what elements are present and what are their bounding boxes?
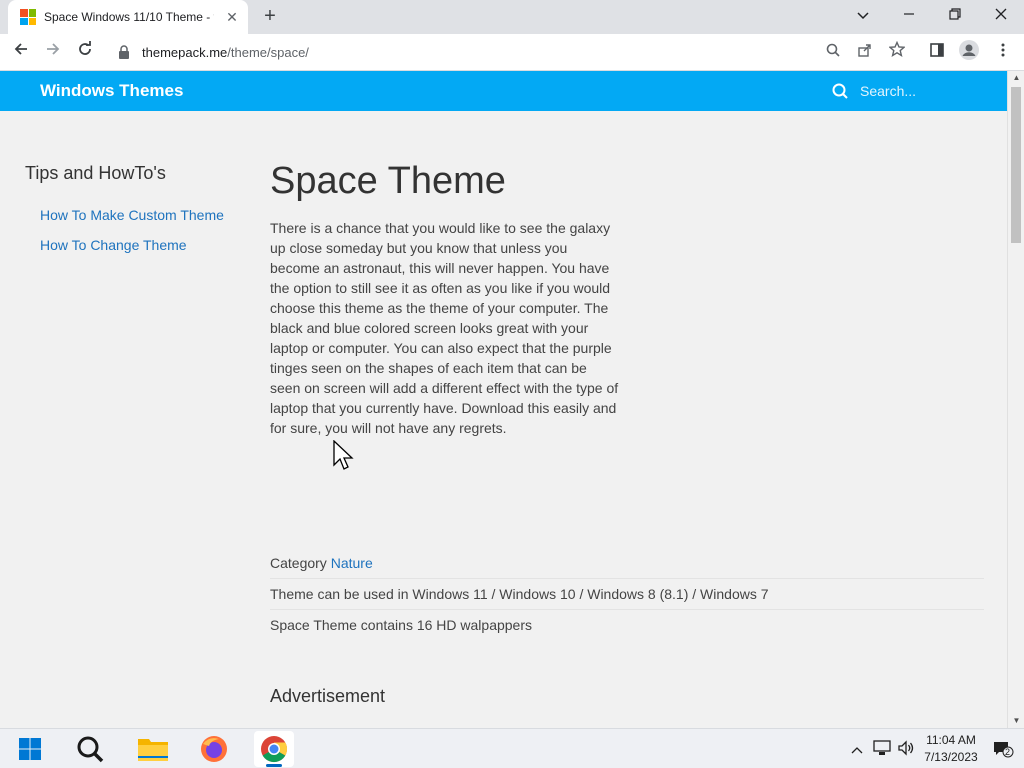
search-icon[interactable] xyxy=(832,83,848,99)
tab-search-icon[interactable] xyxy=(840,0,886,34)
windows-taskbar: 11:04 AM 7/13/2023 2 xyxy=(0,728,1024,768)
taskbar-search-icon[interactable] xyxy=(70,731,110,767)
clock-date: 7/13/2023 xyxy=(924,750,978,764)
search-input[interactable] xyxy=(860,79,1000,103)
clock-time: 11:04 AM xyxy=(926,733,976,747)
notification-count: 2 xyxy=(1005,747,1011,757)
scroll-thumb[interactable] xyxy=(1011,87,1021,243)
address-bar[interactable]: themepack.me/theme/space/ xyxy=(108,37,918,67)
minimize-button[interactable] xyxy=(886,0,932,34)
new-tab-button[interactable]: + xyxy=(258,5,282,29)
side-panel-icon[interactable] xyxy=(924,40,950,66)
sidebar-link-change-theme[interactable]: How To Change Theme xyxy=(40,237,187,253)
sidebar-link-custom-theme[interactable]: How To Make Custom Theme xyxy=(40,207,224,223)
category-row: Category Nature xyxy=(270,548,984,579)
chrome-icon[interactable] xyxy=(254,731,294,767)
page-title: Space Theme xyxy=(270,160,506,202)
bookmark-star-icon[interactable] xyxy=(884,40,910,66)
taskbar-clock[interactable]: 11:04 AM 7/13/2023 xyxy=(918,732,984,766)
close-window-button[interactable] xyxy=(978,0,1024,34)
site-header: Windows Themes xyxy=(0,71,1007,111)
scroll-down-arrow-icon[interactable]: ▼ xyxy=(1008,714,1024,728)
volume-icon[interactable] xyxy=(897,740,915,758)
page-scrollbar[interactable]: ▲ ▼ xyxy=(1007,71,1024,728)
firefox-icon[interactable] xyxy=(194,731,234,767)
lock-icon[interactable] xyxy=(118,45,130,59)
profile-avatar-icon[interactable] xyxy=(956,40,982,66)
forward-arrow-icon[interactable] xyxy=(40,40,66,66)
advertisement-heading: Advertisement xyxy=(270,686,386,706)
browser-tab[interactable]: Space Windows 11/10 Theme - t ✕ xyxy=(8,0,248,34)
close-tab-icon[interactable]: ✕ xyxy=(224,9,240,25)
compatibility-row: Theme can be used in Windows 11 / Window… xyxy=(270,579,984,610)
mouse-cursor-icon xyxy=(333,440,354,470)
file-explorer-icon[interactable] xyxy=(133,731,173,767)
tab-strip: Space Windows 11/10 Theme - t ✕ + xyxy=(0,0,1024,34)
back-arrow-icon[interactable] xyxy=(8,40,34,66)
tab-title: Space Windows 11/10 Theme - t xyxy=(44,10,214,24)
sidebar-title: Tips and HowTo's xyxy=(25,163,166,183)
wallpaper-count-row: Space Theme contains 16 HD walpappers xyxy=(270,617,533,633)
windows-logo-icon xyxy=(20,9,36,25)
start-icon[interactable] xyxy=(10,731,50,767)
category-label: Category xyxy=(270,555,327,571)
zoom-search-icon[interactable] xyxy=(820,40,846,66)
restore-button[interactable] xyxy=(932,0,978,34)
scroll-up-arrow-icon[interactable]: ▲ xyxy=(1008,71,1024,85)
theme-description: There is a chance that you would like to… xyxy=(270,220,619,436)
chevron-up-icon[interactable] xyxy=(848,740,866,758)
browser-toolbar: themepack.me/theme/space/ xyxy=(0,34,1024,71)
reload-icon[interactable] xyxy=(72,40,98,66)
url-text: themepack.me/theme/space/ xyxy=(142,45,309,60)
notification-icon[interactable]: 2 xyxy=(992,740,1014,758)
site-brand[interactable]: Windows Themes xyxy=(40,81,183,101)
more-menu-icon[interactable] xyxy=(990,40,1016,66)
network-icon[interactable] xyxy=(873,740,891,758)
category-link[interactable]: Nature xyxy=(331,555,373,571)
share-icon[interactable] xyxy=(852,40,878,66)
